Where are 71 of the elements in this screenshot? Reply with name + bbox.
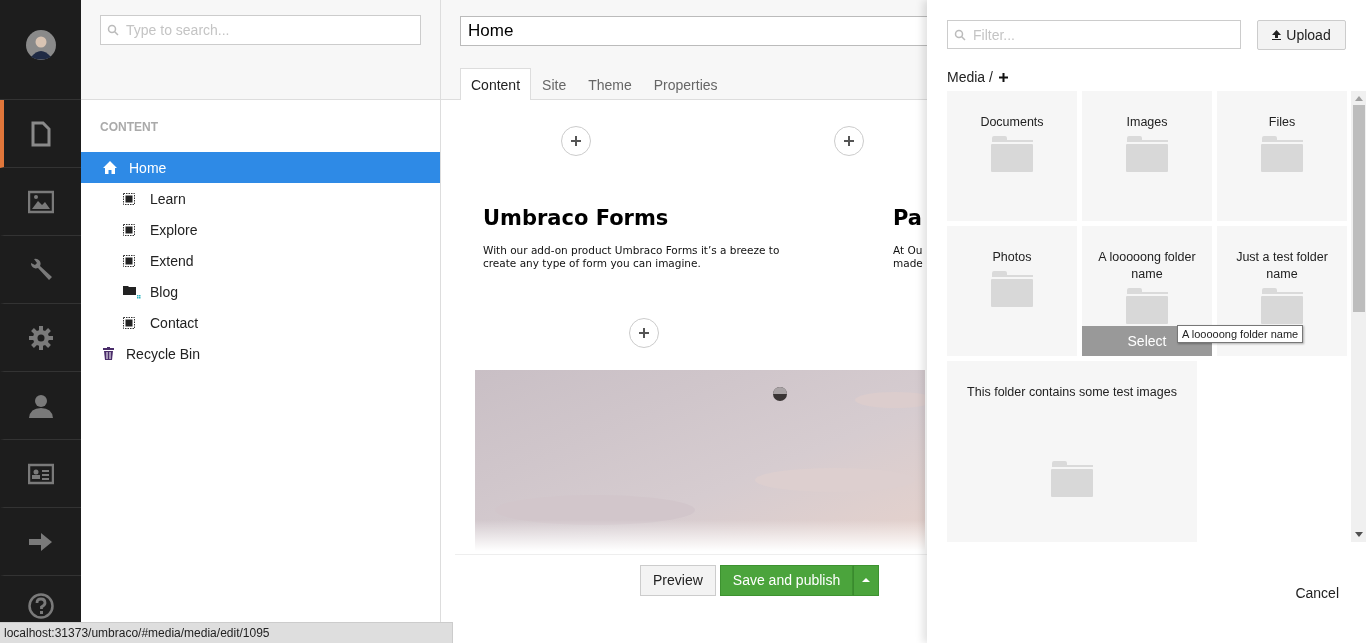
folder-name: A looooong folder name [1097,249,1197,283]
folder-icon [1261,136,1303,172]
grid-icon [123,254,135,267]
add-button[interactable] [629,318,659,348]
tree-item[interactable]: Blog [81,276,440,307]
tab[interactable]: Theme [577,68,643,100]
scrollbar[interactable] [1351,91,1366,542]
folder-icon [1261,288,1303,324]
folder-name: Images [1125,114,1169,131]
folder-name: Documents [979,114,1045,131]
upload-icon [1272,30,1282,40]
search-field[interactable]: Type to search... [100,15,421,45]
folder-name: Just a test folder name [1235,249,1329,283]
status-url: localhost:31373/umbraco/#media/media/edit/1095 [0,622,453,643]
folder-icon [991,136,1033,172]
folder-tile[interactable]: Documents [947,91,1077,221]
tree-item[interactable]: Learn [81,183,440,214]
add-button[interactable] [834,126,864,156]
grid-icon [123,316,135,329]
cancel-button[interactable]: Cancel [1287,578,1347,607]
plus-icon [998,72,1008,82]
user-icon [27,392,54,419]
scroll-up-icon[interactable] [1355,96,1363,101]
folder-name: Files [1267,114,1297,131]
folder-icon [991,271,1033,307]
tooltip: A looooong folder name [1177,325,1304,343]
tree-item[interactable]: Extend [81,245,440,276]
tab[interactable]: Content [460,68,532,100]
tree-item[interactable]: Explore [81,214,440,245]
block-text: With our add-on product Umbraco Forms it’s a breeze to create any type of form you can imagine. [483,244,781,270]
scroll-down-icon[interactable] [1355,532,1363,537]
more-options-button[interactable] [853,564,880,596]
block-text: made [893,257,923,270]
add-button[interactable] [561,126,591,156]
block-title: Umbraco Forms [483,206,670,230]
folder-name: This folder contains some test images [966,384,1178,401]
trash-icon [103,347,114,360]
add-folder-button[interactable] [998,72,1008,82]
folder-name: Photos [991,249,1033,266]
filter-field[interactable]: Filter... [947,20,1241,49]
folder-tile[interactable]: Photos [947,226,1077,356]
tree-item[interactable]: Home [81,152,440,183]
folder-tile[interactable]: This folder contains some test images [947,361,1197,542]
plus-icon [639,328,649,338]
folder-tile[interactable]: Files [1217,91,1347,221]
folder-tile[interactable]: Images [1082,91,1212,221]
block-text: At Ou [893,244,923,257]
folder-icon [1126,136,1168,172]
grid-icon [123,223,135,236]
tab[interactable]: Properties [642,68,729,100]
caret-icon [862,578,871,582]
breadcrumb[interactable]: Media / [947,69,993,85]
name-field[interactable]: Home [460,16,927,46]
grid-icon [123,192,135,205]
tab[interactable]: Site [531,68,578,100]
image-icon [27,188,54,215]
help-icon[interactable] [27,593,54,619]
home-icon [103,161,117,174]
settings-icon [27,324,54,351]
folder-icon [123,284,141,299]
plus-icon [844,136,854,146]
upload-button[interactable]: Upload [1257,20,1346,50]
preview-button[interactable]: Preview [640,564,716,596]
tree-item[interactable]: Recycle Bin [81,338,440,369]
plus-icon [571,136,581,146]
section-title: CONTENT [99,120,159,136]
avatar[interactable] [25,29,56,60]
folder-icon [1126,288,1168,324]
folder-icon [1051,461,1093,497]
tree-item[interactable]: Contact [81,307,440,338]
block-title: Pa [893,206,923,230]
